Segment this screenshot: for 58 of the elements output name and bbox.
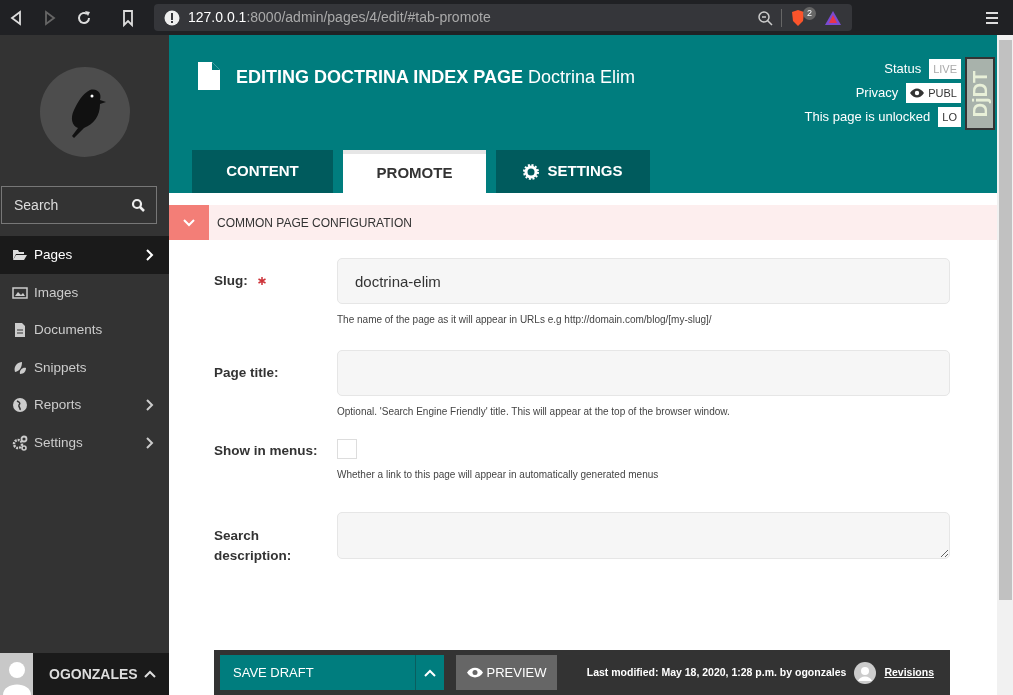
tab[interactable]: SETTINGS [496,150,650,193]
document-icon [12,322,28,339]
help-text: Whether a link to this page will appear in automatically generated menus [337,468,659,482]
address-bar[interactable]: 127.0.0.1:8000/admin/pages/4/edit/#tab-promote 2 [154,4,852,31]
eye-icon [910,88,925,98]
status-label: Status [884,60,922,79]
globe-icon [12,397,28,414]
scrollbar[interactable] [997,35,1013,695]
zoom-icon[interactable] [757,9,773,26]
sidebar-item[interactable]: Settings [0,424,169,462]
gears-icon [12,434,28,451]
menu-icon[interactable] [985,10,999,25]
page-icon [198,62,220,90]
triangle-icon[interactable] [824,9,842,26]
sidebar-item[interactable]: Documents [0,311,169,349]
sidebar-item[interactable]: Images [0,274,169,312]
help-text: Optional. 'Search Engine Friendly' title. This will appear at the top of the browser window. [337,405,731,419]
sidebar-item[interactable]: Snippets [0,349,169,387]
shield-count-badge: 2 [803,6,816,21]
chevron-up-icon [424,668,436,677]
status-badge: LIVE [929,59,961,79]
sidebar-item[interactable]: Reports [0,386,169,424]
text-field[interactable]: doctrina-elim [337,258,950,304]
person-icon [1,659,32,695]
last-modified-text: Last modified: May 18, 2020, 1:28 p.m. by ogonzales [586,664,847,680]
privacy-label: Privacy [855,84,899,103]
lock-button[interactable]: LO [938,107,961,127]
tab[interactable]: PROMOTE [343,150,486,193]
scrollbar-thumb[interactable] [998,40,1012,600]
folder-icon [12,247,28,263]
warning-icon [164,9,180,26]
url-text: 127.0.0.1:8000/admin/pages/4/edit/#tab-promote [188,8,491,27]
field-label: Slug: [214,258,337,304]
more-actions-button[interactable] [415,655,444,690]
preview-button[interactable]: PREVIEW [456,655,557,690]
privacy-button[interactable]: PUBL [906,83,961,103]
checkbox[interactable] [337,439,357,459]
sidebar-item[interactable]: Pages [0,236,169,274]
lock-label: This page is unlocked [804,108,931,127]
revisions-link[interactable]: Revisions [884,664,934,681]
gear-icon [523,163,540,180]
save-draft-button[interactable]: SAVE DRAFT [220,655,415,690]
chevron-up-icon[interactable] [143,669,157,679]
field-label: Show in menus: [214,442,319,460]
field-label: Search description: [214,527,293,566]
search-field[interactable]: Search [1,186,157,224]
search-icon[interactable] [131,198,145,212]
shield-icon[interactable] [790,8,806,27]
text-field[interactable] [337,350,950,396]
section-header[interactable]: COMMON PAGE CONFIGURATION [169,205,997,240]
help-text: The name of the page as it will appear in URLs e.g http://domain.com/blog/[my-slug]/ [337,313,713,327]
tab[interactable]: CONTENT [192,150,333,193]
field-label: Page title: [214,363,280,382]
avatar-icon [854,661,877,684]
eye-icon [466,667,483,678]
page-heading: EDITING DOCTRINA INDEX PAGE Doctrina Elim [236,66,636,89]
image-icon [12,284,28,301]
leaf-icon [12,359,28,376]
